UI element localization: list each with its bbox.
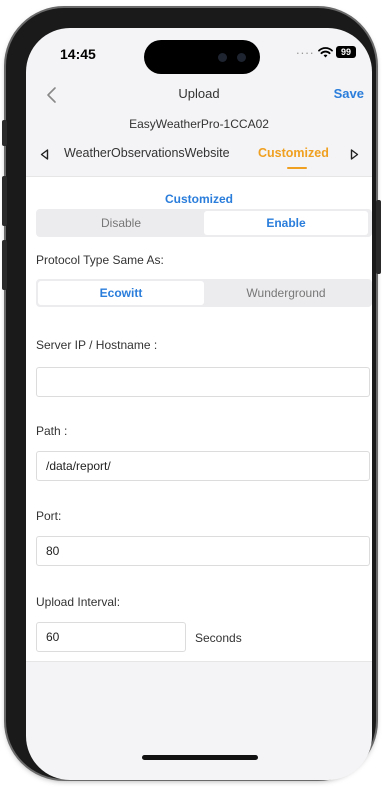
sensor-dot [218,53,227,62]
section-title: Customized [164,192,233,206]
tab-right-arrow-icon[interactable] [350,149,359,160]
tab-customized[interactable]: Customized [258,146,329,160]
tab-bar: WeatherObservationsWebsite Customized [26,140,372,174]
power-button [376,200,381,274]
volume-up-button [2,176,7,226]
interval-input[interactable] [36,622,186,652]
settings-panel: Customized Disable Enable Protocol Type … [26,176,372,662]
battery-indicator: 99 [336,46,356,58]
path-input[interactable] [36,451,370,481]
camera-dot [237,53,246,62]
server-label: Server IP / Hostname : [36,338,158,352]
port-label: Port: [36,509,62,523]
dynamic-island [144,40,260,74]
save-button[interactable]: Save [334,86,364,101]
tab-left-arrow-icon[interactable] [40,149,49,160]
enable-option[interactable]: Enable [204,211,368,235]
enable-toggle: Disable Enable [36,209,372,237]
wifi-icon [318,47,333,58]
port-input[interactable] [36,536,370,566]
signal-dots: .... [296,42,315,57]
home-indicator [142,755,258,760]
path-label: Path : [36,424,68,438]
navigation-bar: Upload Save [26,80,372,110]
volume-down-button [2,240,7,290]
protocol-label: Protocol Type Same As: [36,253,164,267]
protocol-selector: Ecowitt Wunderground [36,279,372,307]
status-time: 14:45 [60,46,96,62]
device-name: EasyWeatherPro-1CCA02 [129,117,269,131]
phone-frame: 14:45 .... 99 Upload Save EasyWeatherPro… [6,8,376,780]
disable-option[interactable]: Disable [38,211,204,235]
ecowitt-option[interactable]: Ecowitt [38,281,204,305]
interval-unit: Seconds [195,631,242,645]
status-bar: 14:45 .... 99 [26,28,372,76]
app-screen: 14:45 .... 99 Upload Save EasyWeatherPro… [26,28,372,780]
mute-switch [2,120,7,146]
page-title: Upload [178,86,220,101]
active-tab-indicator [287,167,307,169]
interval-label: Upload Interval: [36,595,121,609]
wunderground-option[interactable]: Wunderground [204,281,368,305]
tab-weather-observations[interactable]: WeatherObservationsWebsite [64,146,230,160]
server-input[interactable] [36,367,370,397]
